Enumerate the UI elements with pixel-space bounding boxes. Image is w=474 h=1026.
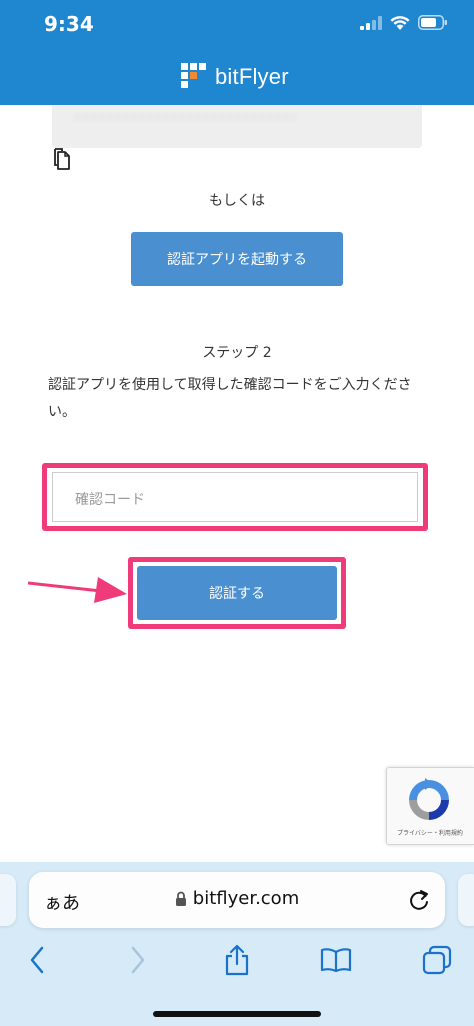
- or-text: もしくは: [209, 193, 265, 209]
- bitflyer-mark-icon: [181, 63, 206, 88]
- back-icon: [30, 946, 44, 974]
- home-indicator: [153, 1011, 321, 1017]
- verification-code-input[interactable]: 確認コード: [52, 472, 418, 522]
- forward-button[interactable]: [120, 942, 156, 978]
- status-time: 9:34: [44, 12, 94, 36]
- arrow-icon: [28, 577, 127, 603]
- recaptcha-footer[interactable]: プライバシー・利用規約: [397, 828, 463, 837]
- app-header: 9:34 bitFlyer: [0, 0, 474, 105]
- logo-text: bitFlyer: [215, 64, 289, 89]
- forward-icon: [131, 946, 145, 974]
- recaptcha-badge[interactable]: プライバシー・利用規約: [386, 767, 474, 845]
- masked-secret: ˙˙˙˙˙˙˙˙˙˙˙˙˙˙˙˙˙˙˙˙˙˙˙˙˙˙˙˙: [74, 115, 298, 131]
- submit-auth-button[interactable]: 認証する: [137, 566, 337, 620]
- code-input-placeholder: 確認コード: [75, 492, 145, 508]
- url-text: bitflyer.com: [192, 888, 300, 909]
- url-display[interactable]: bitflyer.com: [0, 888, 474, 909]
- signal-icon: [360, 15, 382, 30]
- reload-icon[interactable]: [407, 887, 431, 913]
- tabs-button[interactable]: [419, 942, 455, 978]
- status-icons: [360, 15, 448, 30]
- recaptcha-icon: [409, 778, 449, 820]
- copy-icon[interactable]: [52, 148, 72, 170]
- tabs-icon: [422, 945, 452, 975]
- instruction-text: 認証アプリを使用して取得した確認コードをご入力ください。: [48, 377, 412, 420]
- bookmarks-icon: [320, 948, 352, 973]
- lock-icon: [175, 891, 186, 906]
- share-button[interactable]: [219, 942, 255, 978]
- wifi-icon: [390, 16, 410, 30]
- launch-auth-app-button[interactable]: 認証アプリを起動する: [131, 232, 343, 286]
- bitflyer-logo: bitFlyer: [181, 63, 289, 91]
- battery-icon: [418, 15, 447, 30]
- bookmarks-button[interactable]: [318, 942, 354, 978]
- secret-key-box: ˙˙˙˙˙˙˙˙˙˙˙˙˙˙˙˙˙˙˙˙˙˙˙˙˙˙˙˙: [52, 105, 422, 148]
- back-button[interactable]: [19, 942, 55, 978]
- step-label: ステップ 2: [202, 345, 272, 361]
- share-icon: [225, 944, 249, 976]
